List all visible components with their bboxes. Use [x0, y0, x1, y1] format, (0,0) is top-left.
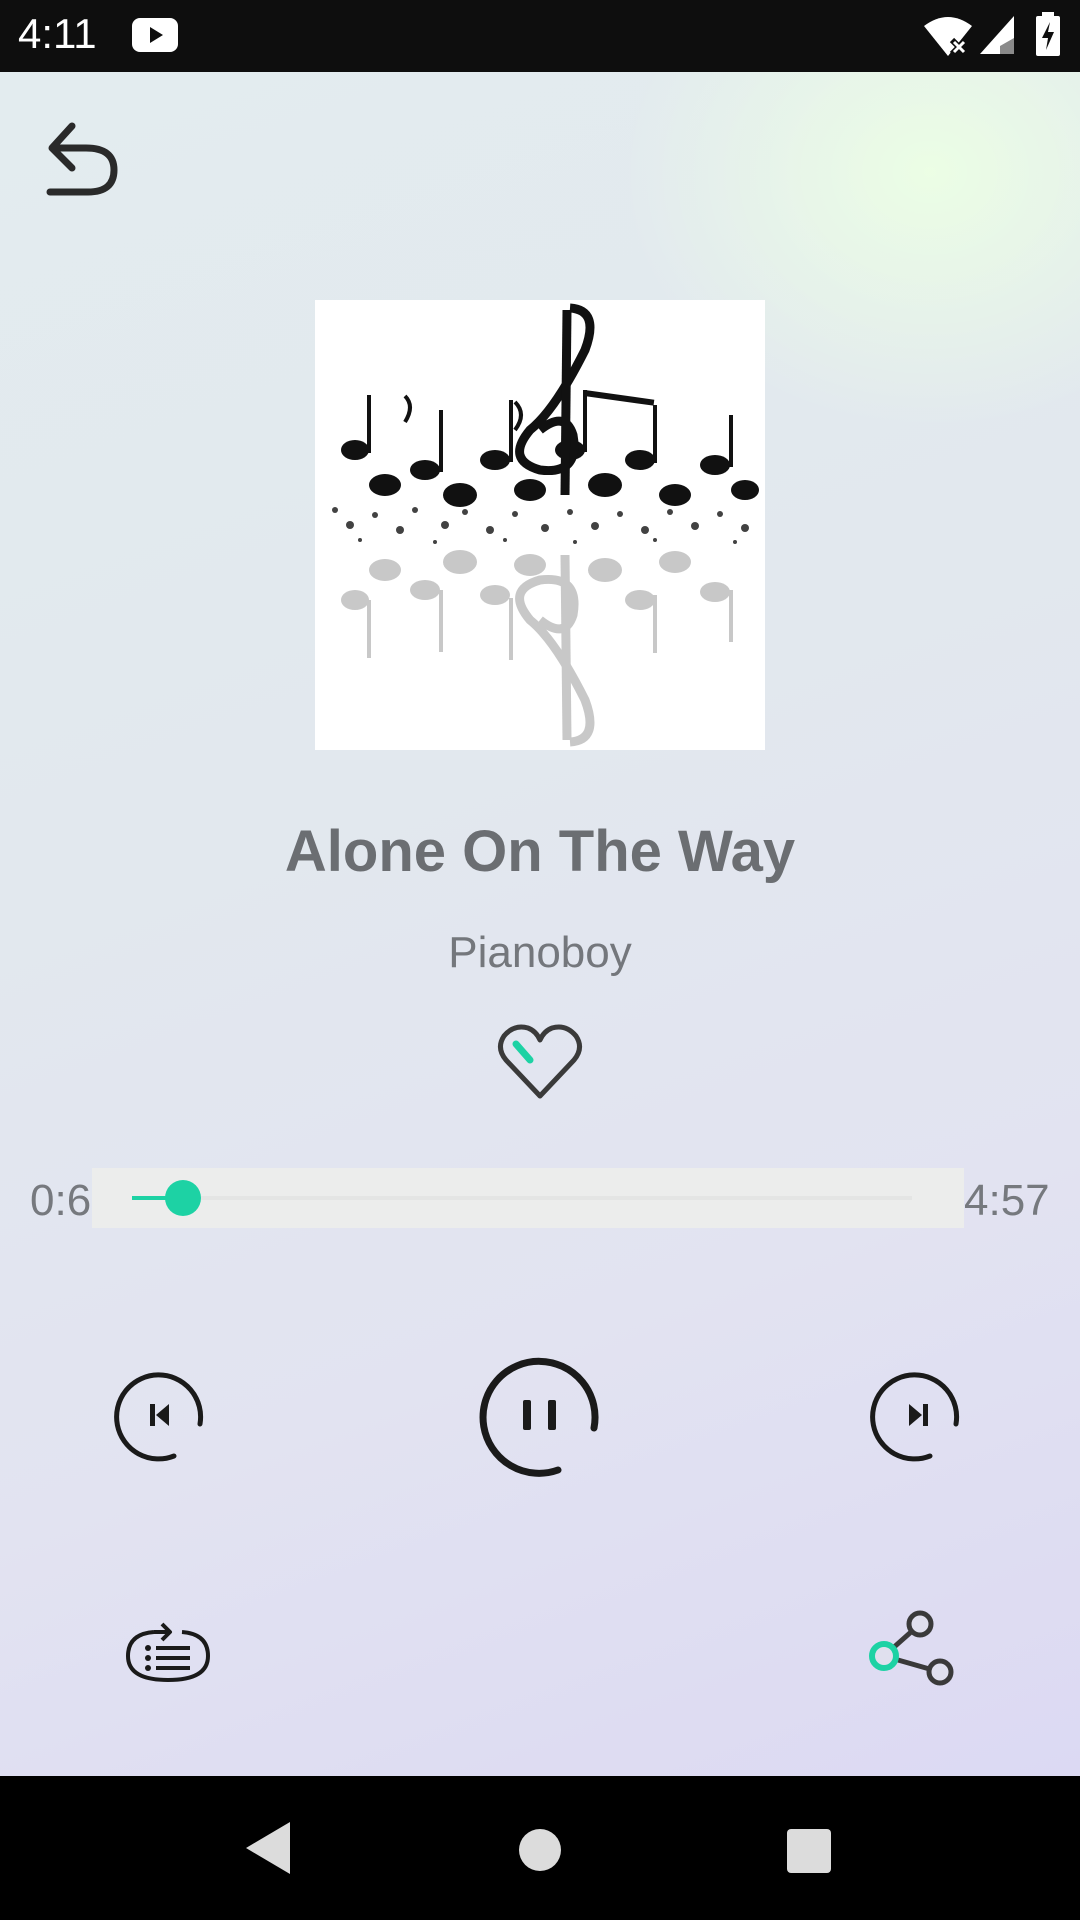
- skip-next-icon[interactable]: [870, 1368, 964, 1462]
- seek-track: [132, 1196, 912, 1200]
- status-bar: 4:11: [0, 0, 1080, 72]
- pause-icon[interactable]: [478, 1354, 602, 1478]
- playlist-icon[interactable]: [124, 1618, 212, 1694]
- back-undo-icon[interactable]: [40, 112, 130, 202]
- youtube-icon: [132, 18, 178, 52]
- recents-square-icon[interactable]: [786, 1828, 832, 1874]
- signal-icon: [980, 16, 1014, 54]
- total-time: 4:57: [964, 1176, 1050, 1225]
- battery-charging-icon: [1036, 12, 1060, 56]
- music-notes-artwork: [315, 300, 765, 750]
- player-screen: Alone On The Way Pianoboy 0:6 4:57: [0, 72, 1080, 1776]
- song-title: Alone On The Way: [284, 819, 796, 884]
- song-artist: Pianoboy: [448, 928, 632, 977]
- seek-bar[interactable]: [92, 1168, 964, 1228]
- seek-thumb[interactable]: [164, 1180, 201, 1216]
- share-icon[interactable]: [864, 1602, 964, 1702]
- wifi-off-icon: [924, 17, 972, 57]
- system-nav-bar: [0, 1776, 1080, 1920]
- current-time: 0:6: [30, 1176, 92, 1225]
- back-triangle-icon[interactable]: [244, 1820, 292, 1876]
- home-circle-icon[interactable]: [518, 1828, 562, 1872]
- album-art: [315, 300, 765, 750]
- heart-outline-icon[interactable]: [496, 1018, 584, 1106]
- skip-previous-icon[interactable]: [114, 1368, 208, 1462]
- status-time: 4:11: [18, 10, 97, 57]
